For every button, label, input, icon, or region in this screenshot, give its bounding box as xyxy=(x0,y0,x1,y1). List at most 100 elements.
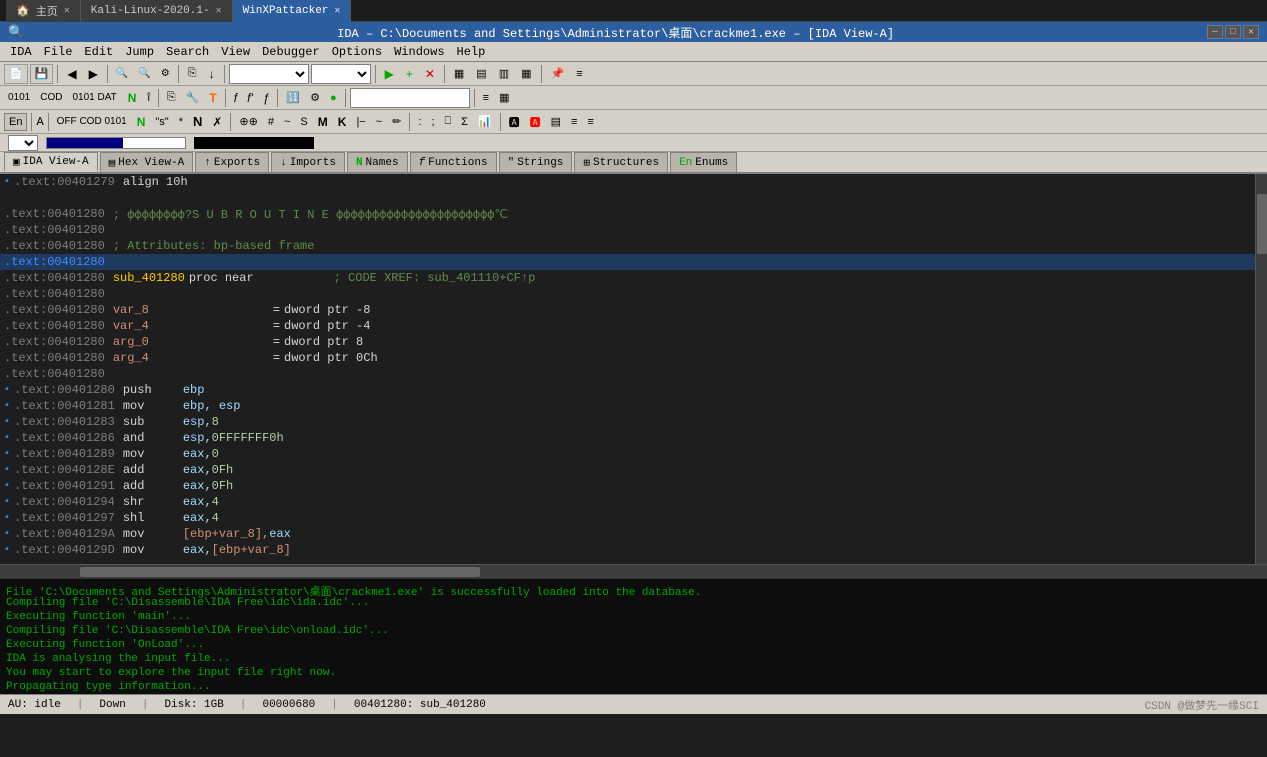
tilde-button[interactable]: ~ xyxy=(280,112,294,132)
more-last-button[interactable]: ≡ xyxy=(583,112,597,132)
search-input[interactable] xyxy=(350,88,470,108)
tilde2-button[interactable]: ~ xyxy=(372,112,386,132)
menu-help[interactable]: Help xyxy=(451,43,492,61)
layout4-button[interactable]: ▦ xyxy=(516,64,536,84)
winxp-tab-close[interactable]: ✕ xyxy=(334,5,340,17)
save-button[interactable]: 💾 xyxy=(30,64,54,84)
maximize-button[interactable]: □ xyxy=(1225,25,1241,39)
down-button[interactable]: ↓ xyxy=(204,64,220,84)
pipe-button[interactable]: |− xyxy=(352,112,369,132)
browser-tab-kali[interactable]: Kali-Linux-2020.1- ✕ xyxy=(81,0,233,22)
tab-exports[interactable]: ↑ Exports xyxy=(195,152,269,172)
menu-jump[interactable]: Jump xyxy=(119,43,160,61)
hex3-button[interactable]: 0101 DAT xyxy=(68,88,120,108)
gear-button[interactable]: ⚙ xyxy=(306,88,324,108)
names4-button[interactable]: ▤ xyxy=(547,112,565,132)
op1-button[interactable]: ⊕⊕ xyxy=(235,112,261,132)
semi-button[interactable]: ; xyxy=(427,112,438,132)
bar-button[interactable]: ⎕ xyxy=(441,112,456,132)
output-area[interactable]: File 'C:\Documents and Settings\Administ… xyxy=(0,578,1267,694)
horizontal-scrollbar[interactable] xyxy=(0,564,1267,578)
tab-enums[interactable]: En Enums xyxy=(670,152,737,172)
patch-button[interactable]: 🔧 xyxy=(182,88,204,108)
progress-combo[interactable] xyxy=(8,135,38,151)
forward-button[interactable]: ▶ xyxy=(84,64,103,84)
hex-view-button[interactable]: OFF COD 0101 xyxy=(53,112,131,132)
green-button[interactable]: ● xyxy=(326,88,341,108)
names2-button[interactable]: 🅰 xyxy=(505,112,524,132)
bold-n-button[interactable]: N xyxy=(189,112,206,132)
n-button[interactable]: N xyxy=(123,88,142,108)
menu-file[interactable]: File xyxy=(38,43,79,61)
tab-functions[interactable]: f Functions xyxy=(410,152,497,172)
x-button[interactable]: ✗ xyxy=(208,112,226,132)
menu-ida[interactable]: IDA xyxy=(4,43,38,61)
back-button[interactable]: ◀ xyxy=(62,64,81,84)
minimize-button[interactable]: ─ xyxy=(1207,25,1223,39)
hash-button[interactable]: # xyxy=(264,112,278,132)
more2-button[interactable]: ≡ xyxy=(479,88,493,108)
hex-button[interactable]: 0101 xyxy=(4,88,34,108)
new-button[interactable]: 📄 xyxy=(4,64,28,84)
tab-structures[interactable]: ⊞ Structures xyxy=(574,152,668,172)
type-button[interactable]: ΐ xyxy=(143,88,153,108)
play-button[interactable]: ▶ xyxy=(380,64,399,84)
pin-button[interactable]: 📌 xyxy=(546,64,570,84)
en-toggle[interactable]: En xyxy=(4,113,27,131)
add-button[interactable]: + xyxy=(401,64,418,84)
t-btn[interactable]: T xyxy=(205,88,220,108)
tab-imports[interactable]: ↓ Imports xyxy=(271,152,345,172)
code-area[interactable]: • .text:00401279 align 10h .text:0040128… xyxy=(0,174,1255,564)
search-button2[interactable]: 🔍 xyxy=(134,64,154,84)
layout3-button[interactable]: ▥ xyxy=(494,64,514,84)
hex2-button[interactable]: COD xyxy=(36,88,66,108)
h-scrollbar-thumb[interactable] xyxy=(80,567,480,577)
m-button[interactable]: M xyxy=(314,112,332,132)
menu-edit[interactable]: Edit xyxy=(78,43,119,61)
func-button[interactable]: f xyxy=(230,88,241,108)
code-line: • .text:00401279 align 10h xyxy=(0,174,1255,190)
func3-button[interactable]: ƒ xyxy=(259,88,274,108)
stop-button[interactable]: ✕ xyxy=(420,64,440,84)
copy-button[interactable]: ⎘ xyxy=(163,88,180,108)
tab-names[interactable]: N Names xyxy=(347,152,408,172)
browser-tab-home[interactable]: 🏠 主页 ✕ xyxy=(6,0,81,22)
layout2-button[interactable]: ▤ xyxy=(471,64,491,84)
quote-button[interactable]: "s" xyxy=(151,112,172,132)
home-tab-close[interactable]: ✕ xyxy=(64,5,70,17)
tab-ida-view-a[interactable]: ▣ IDA View-A xyxy=(4,152,98,172)
menu-windows[interactable]: Windows xyxy=(388,43,450,61)
star-button[interactable]: * xyxy=(175,112,187,132)
menu-view[interactable]: View xyxy=(215,43,256,61)
scrollbar-thumb[interactable] xyxy=(1257,194,1267,254)
code-addr: .text:00401280 xyxy=(4,303,105,317)
search-names-button[interactable]: 🔍 xyxy=(112,64,132,84)
browser-tab-winxp[interactable]: WinXPattacker ✕ xyxy=(233,0,352,22)
layout1-button[interactable]: ▦ xyxy=(449,64,469,84)
names3-button[interactable]: 🅰 xyxy=(526,112,545,132)
k-button[interactable]: K xyxy=(334,112,351,132)
more-button[interactable]: ≡ xyxy=(571,64,587,84)
extra-combo[interactable] xyxy=(311,64,371,84)
kali-tab-close[interactable]: ✕ xyxy=(216,5,222,17)
sigma-button[interactable]: Σ xyxy=(457,112,472,132)
vertical-scrollbar[interactable] xyxy=(1255,174,1267,564)
menu-options[interactable]: Options xyxy=(326,43,388,61)
dollar-button[interactable]: S xyxy=(296,112,311,132)
asm-button[interactable]: ⎘ xyxy=(183,64,202,84)
menu-debugger[interactable]: Debugger xyxy=(256,43,326,61)
tab-strings[interactable]: " Strings xyxy=(499,152,573,172)
pencil-button[interactable]: ✏ xyxy=(388,112,405,132)
chart-button[interactable]: 📊 xyxy=(474,112,496,132)
view-combo[interactable]: Text xyxy=(229,64,309,84)
tab-hex-view[interactable]: ▤ Hex View-A xyxy=(100,152,194,172)
close-button[interactable]: ✕ xyxy=(1243,25,1259,39)
n2-button[interactable]: N xyxy=(133,112,150,132)
more3-button[interactable]: ▦ xyxy=(495,88,513,108)
search-button3[interactable]: ⚙ xyxy=(157,64,174,84)
names5-button[interactable]: ≡ xyxy=(567,112,581,132)
calc-button[interactable]: 🔢 xyxy=(282,88,304,108)
func2-button[interactable]: f' xyxy=(243,88,257,108)
menu-search[interactable]: Search xyxy=(160,43,215,61)
dot-button[interactable]: : xyxy=(414,112,425,132)
